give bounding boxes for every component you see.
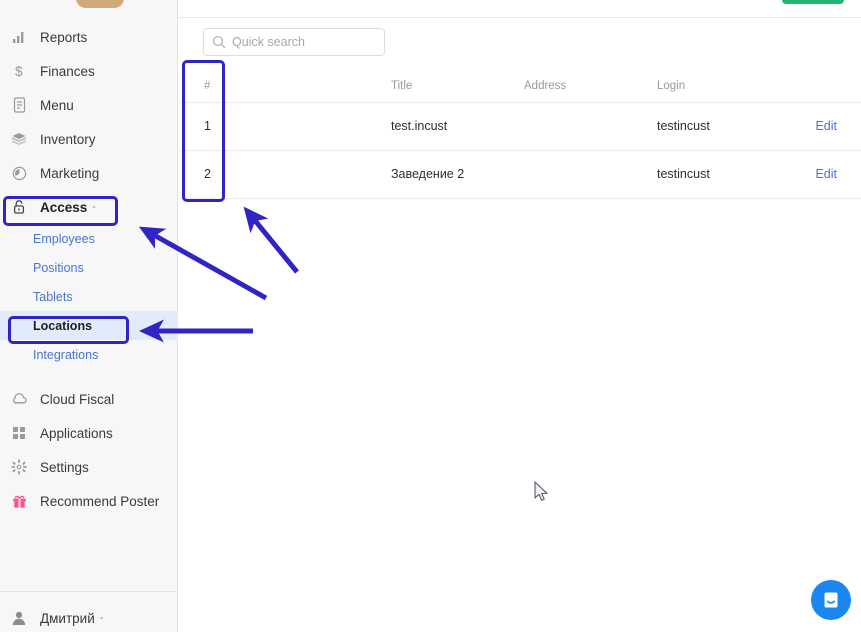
top-strip <box>0 0 861 18</box>
sidebar-subitem-tablets[interactable]: Tablets <box>0 282 178 311</box>
search-input[interactable] <box>203 28 385 56</box>
table-row[interactable]: 1 test.incust testincust Edit <box>179 102 861 151</box>
cell-num: 1 <box>179 102 284 151</box>
user-account-menu[interactable]: Дмитрий - <box>0 598 178 632</box>
sidebar-subitem-label: Integrations <box>33 347 99 362</box>
sidebar-item-access[interactable]: Access - <box>0 190 178 224</box>
sidebar-item-label: Applications <box>40 425 113 441</box>
sidebar-item-label: Finances <box>40 63 95 79</box>
intercom-chat-button[interactable] <box>811 580 851 620</box>
cloud-icon <box>8 390 30 408</box>
user-avatar-icon <box>8 610 30 626</box>
lock-icon <box>8 198 30 216</box>
cell-address <box>524 102 657 151</box>
sidebar: Reports $ Finances Menu Inventory Market… <box>0 18 178 632</box>
dollar-icon: $ <box>8 62 30 80</box>
locations-table: # Title Address Login 1 test.incust test… <box>179 70 861 199</box>
cell-actions: Edit <box>807 150 861 199</box>
sidebar-subitem-label: Tablets <box>33 289 73 304</box>
chevron-down-icon: - <box>99 612 104 624</box>
sidebar-item-label: Marketing <box>40 165 100 181</box>
bar-chart-icon <box>8 28 30 46</box>
sidebar-subitem-label: Positions <box>33 260 84 275</box>
column-header-title[interactable]: Title <box>284 70 524 103</box>
column-header-num[interactable]: # <box>179 70 284 103</box>
sidebar-subitem-integrations[interactable]: Integrations <box>0 340 178 369</box>
cell-login: testincust <box>657 150 807 199</box>
column-header-login[interactable]: Login <box>657 70 807 103</box>
edit-link[interactable]: Edit <box>815 119 837 133</box>
column-header-actions <box>807 70 861 103</box>
table-row[interactable]: 2 Заведение 2 testincust Edit <box>179 150 861 199</box>
sidebar-subitem-locations[interactable]: Locations <box>0 311 178 340</box>
grid-icon <box>8 424 30 442</box>
sidebar-item-finances[interactable]: $ Finances <box>0 54 178 88</box>
sidebar-item-marketing[interactable]: Marketing <box>0 156 178 190</box>
sidebar-item-applications[interactable]: Applications <box>0 416 178 450</box>
main-content: # Title Address Login 1 test.incust test… <box>179 18 861 632</box>
gear-icon <box>8 458 30 476</box>
search-container <box>203 28 385 56</box>
sidebar-subitem-positions[interactable]: Positions <box>0 253 178 282</box>
sidebar-item-recommend-poster[interactable]: Recommend Poster <box>0 484 178 518</box>
cell-address <box>524 150 657 199</box>
table-header: # Title Address Login <box>179 70 861 103</box>
edit-link[interactable]: Edit <box>815 167 837 181</box>
cell-login: testincust <box>657 102 807 151</box>
intercom-chat-icon <box>824 592 838 608</box>
sidebar-item-cloud-fiscal[interactable]: Cloud Fiscal <box>0 382 178 416</box>
add-location-button[interactable] <box>782 0 844 4</box>
sidebar-item-settings[interactable]: Settings <box>0 450 178 484</box>
sidebar-item-label: Recommend Poster <box>40 493 160 509</box>
sidebar-item-label: Reports <box>40 29 88 45</box>
sidebar-subitem-employees[interactable]: Employees <box>0 224 178 253</box>
document-icon <box>8 96 30 114</box>
svg-text:$: $ <box>15 63 23 79</box>
user-name-label: Дмитрий <box>40 610 95 626</box>
chevron-down-icon: - <box>92 201 96 213</box>
cell-num: 2 <box>179 150 284 199</box>
sidebar-item-label: Menu <box>40 97 74 113</box>
app-root: Reports $ Finances Menu Inventory Market… <box>0 0 861 632</box>
sidebar-item-label: Cloud Fiscal <box>40 391 115 407</box>
sidebar-subitem-label: Locations <box>33 318 93 333</box>
column-header-address[interactable]: Address <box>524 70 657 103</box>
cell-title: test.incust <box>284 102 524 151</box>
sidebar-item-reports[interactable]: Reports <box>0 20 178 54</box>
layers-icon <box>8 130 30 148</box>
sidebar-item-inventory[interactable]: Inventory <box>0 122 178 156</box>
clock-icon <box>8 164 30 182</box>
sidebar-item-label: Access <box>40 199 88 215</box>
sidebar-item-label: Inventory <box>40 131 96 147</box>
logo-avatar <box>76 0 124 8</box>
sidebar-divider <box>0 591 178 592</box>
cell-title: Заведение 2 <box>284 150 524 199</box>
cell-actions: Edit <box>807 102 861 151</box>
table-body: 1 test.incust testincust Edit 2 Заведени… <box>179 102 861 199</box>
gift-icon <box>8 492 30 510</box>
sidebar-subitem-label: Employees <box>33 231 95 246</box>
sidebar-item-menu[interactable]: Menu <box>0 88 178 122</box>
sidebar-item-label: Settings <box>40 459 89 475</box>
table-header-row: # Title Address Login <box>179 70 861 103</box>
